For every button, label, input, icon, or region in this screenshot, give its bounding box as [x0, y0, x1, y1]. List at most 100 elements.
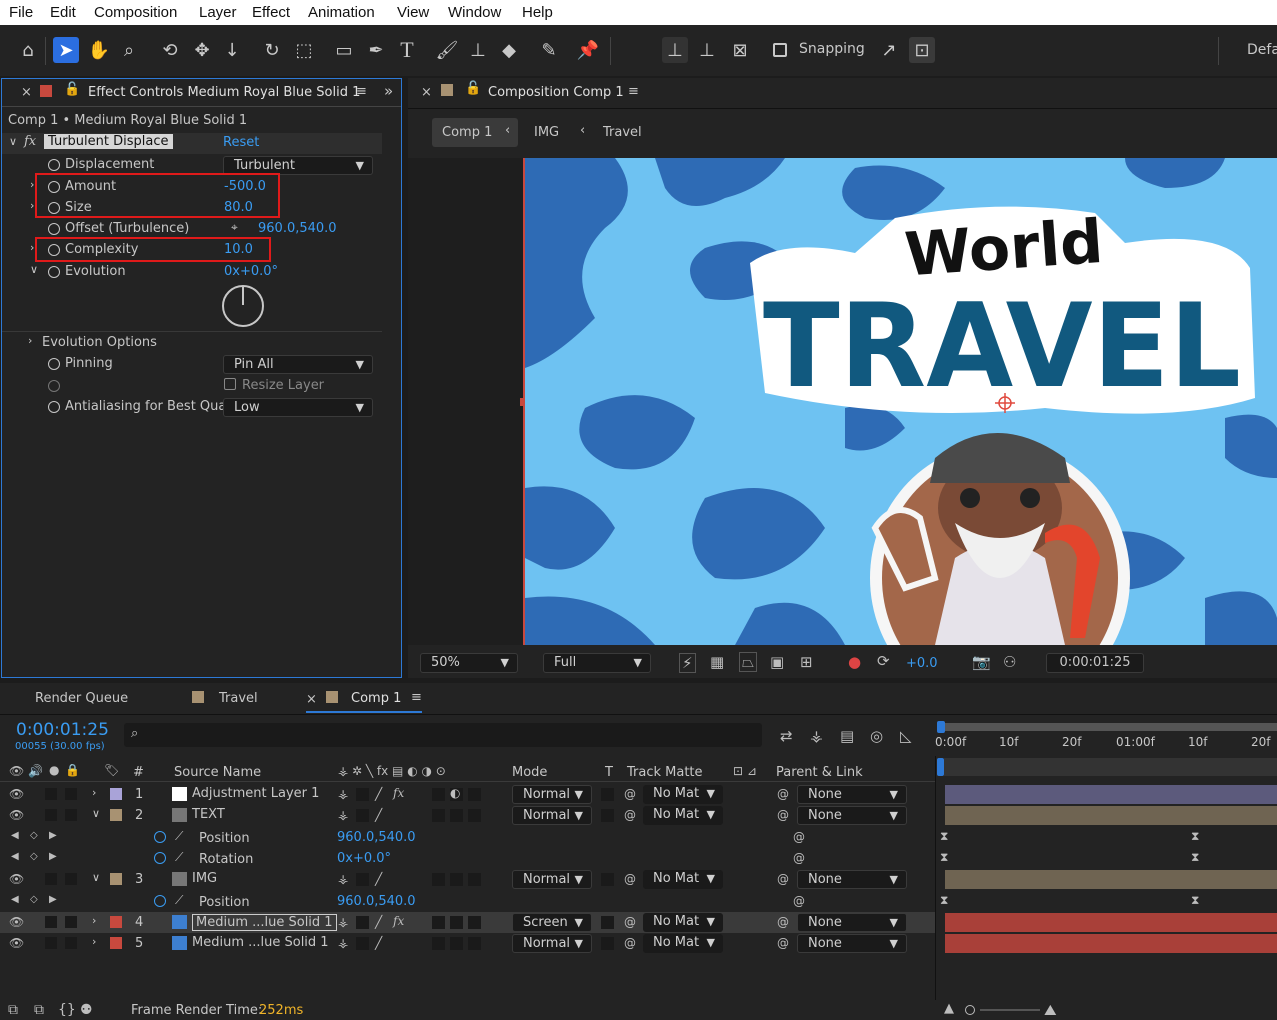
expression-pickwhip-icon[interactable]: @ [793, 830, 805, 844]
offset-value[interactable]: 960.0,540.0 [258, 221, 337, 236]
solo-switch[interactable] [45, 809, 57, 821]
adjustment-switch[interactable] [450, 916, 463, 929]
layer-duration-bar[interactable] [945, 934, 1277, 953]
toggle-transfer-icon[interactable]: ⧉ [34, 1002, 44, 1018]
next-keyframe-icon[interactable]: ▶ [49, 851, 57, 862]
anchor-tool-icon[interactable]: ⬚ [291, 37, 317, 63]
quality-switch-icon[interactable]: ╱ [375, 787, 382, 801]
3d-switch[interactable] [468, 873, 481, 886]
track-matte-dropdown[interactable]: No Mat ▼ [643, 806, 723, 825]
preserve-transparency-switch[interactable] [601, 788, 614, 801]
exposure-value[interactable]: +0.0 [906, 656, 938, 671]
zoom-slider-track[interactable] [980, 1009, 1040, 1011]
graph-editor-icon[interactable]: ◺ [900, 727, 912, 745]
lock-switch[interactable] [65, 809, 77, 821]
prev-keyframe-icon[interactable]: ◀ [11, 894, 19, 905]
stopwatch-icon[interactable] [48, 358, 60, 370]
snap-features-icon[interactable]: ⊡ [909, 37, 935, 63]
chevron-right-icon[interactable]: › [30, 178, 34, 191]
parent-dropdown[interactable]: None ▼ [797, 934, 907, 953]
world-axis-icon[interactable]: ⊥ [694, 37, 720, 63]
pinning-dropdown[interactable]: Pin All ▼ [223, 355, 373, 374]
keyframe-icon[interactable]: ⧗ [1191, 850, 1199, 865]
chevron-down-icon[interactable]: ∨ [30, 263, 38, 276]
shy-layers-icon[interactable]: ▤ [840, 727, 854, 745]
channels-icon[interactable]: ● [848, 653, 861, 671]
puppet-pin-icon[interactable]: 📌 [575, 37, 601, 63]
rectangle-tool-icon[interactable]: ▭ [331, 37, 357, 63]
solo-switch[interactable] [45, 916, 57, 928]
motion-blur-icon[interactable]: ◎ [870, 727, 883, 745]
layer-row[interactable]: 👁 ∨ 2 TEXT ⚶ ╱ Normal ▼ @ No Mat ▼ @ None ▼ [0, 805, 935, 826]
parent-pickwhip-icon[interactable]: @ [777, 787, 789, 801]
playhead[interactable] [937, 758, 944, 776]
adjustment-switch[interactable] [450, 873, 463, 886]
keyframe-icon[interactable]: ⧗ [1191, 893, 1199, 908]
parent-dropdown[interactable]: None ▼ [797, 785, 907, 804]
shy-switch-icon[interactable]: ⚶ [338, 936, 348, 950]
fx-icon[interactable]: fx [24, 134, 36, 149]
motion-blur-switch[interactable] [432, 809, 445, 822]
property-row[interactable]: ◀ ◇ ▶ ⟋ Position 960.0,540.0 @ [0, 891, 935, 912]
prev-keyframe-icon[interactable]: ◀ [11, 830, 19, 841]
stopwatch-icon[interactable] [48, 223, 60, 235]
workspace-default[interactable]: Defa [1247, 42, 1277, 58]
resize-layer-checkbox[interactable] [224, 378, 236, 390]
comp-flowchart-icon[interactable]: ⇄ [780, 727, 793, 745]
shy-switch-icon[interactable]: ⚶ [338, 872, 348, 886]
layer-duration-bar[interactable] [945, 913, 1277, 932]
panel-menu-icon[interactable]: ≡ [628, 84, 639, 99]
quality-switch-icon[interactable]: ╱ [375, 915, 382, 929]
matte-pickwhip-icon[interactable]: @ [624, 872, 636, 886]
zoom-tool-icon[interactable]: ⌕ [116, 37, 142, 63]
collapse-switch[interactable] [356, 788, 369, 801]
graph-icon[interactable]: ⟋ [175, 893, 183, 908]
keyframe-icon[interactable]: ⧗ [940, 850, 948, 865]
matte-pickwhip-icon[interactable]: @ [624, 915, 636, 929]
solo-switch[interactable] [45, 873, 57, 885]
3d-switch[interactable] [468, 937, 481, 950]
stopwatch-icon[interactable] [48, 266, 60, 278]
collapse-switch[interactable] [356, 916, 369, 929]
label-color-swatch[interactable] [110, 916, 122, 928]
adjustment-switch[interactable] [450, 937, 463, 950]
hand-tool-icon[interactable]: ✋ [86, 37, 112, 63]
3d-switch[interactable] [468, 809, 481, 822]
resolution-dropdown[interactable]: Full ▼ [543, 653, 651, 673]
chevron-right-icon[interactable]: › [28, 334, 32, 347]
menu-file[interactable]: File [9, 4, 33, 21]
collapse-switch[interactable] [356, 873, 369, 886]
layer-name[interactable]: Medium ...lue Solid 1 [192, 935, 329, 950]
menu-window[interactable]: Window [448, 4, 501, 21]
property-row[interactable]: ◀ ◇ ▶ ⟋ Position 960.0,540.0 @ [0, 827, 935, 848]
magnification-dropdown[interactable]: 50% ▼ [420, 653, 518, 673]
menu-layer[interactable]: Layer [199, 4, 237, 21]
toggle-switches-icon[interactable]: ⧉ [8, 1002, 18, 1018]
lock-switch[interactable] [65, 916, 77, 928]
menu-edit[interactable]: Edit [50, 4, 76, 21]
antialias-dropdown[interactable]: Low ▼ [223, 398, 373, 417]
crumb-comp1[interactable]: Comp 1 ‹ [432, 118, 518, 147]
matte-pickwhip-icon[interactable]: @ [624, 808, 636, 822]
parent-dropdown[interactable]: None ▼ [797, 870, 907, 889]
close-tab-icon[interactable]: × [421, 85, 432, 100]
fx-icon[interactable]: fx [393, 914, 404, 928]
keyframe-icon[interactable]: ⧗ [940, 829, 948, 844]
stopwatch-icon[interactable] [154, 852, 166, 864]
layer-row[interactable]: 👁 ∨ 3 IMG ⚶ ╱ Normal ▼ @ No Mat ▼ @ None ▼ [0, 869, 935, 890]
eye-icon[interactable]: 👁 [9, 872, 24, 886]
parent-pickwhip-icon[interactable]: @ [777, 872, 789, 886]
fast-previews-icon[interactable]: ⚡ [679, 653, 696, 673]
close-tab-icon[interactable]: × [306, 692, 317, 707]
view-axis-icon[interactable]: ⊠ [727, 37, 753, 63]
tab-comp1[interactable]: Comp 1 [351, 691, 401, 706]
layer-row[interactable]: 👁 › 4 Medium ...lue Solid 1 ⚶ ╱ fx Screen ▼ @ No M… [0, 912, 935, 933]
layer-duration-bar[interactable] [945, 870, 1277, 889]
layer-name[interactable]: IMG [192, 871, 217, 886]
keyframe-icon[interactable]: ⧗ [1191, 829, 1199, 844]
blend-mode-dropdown[interactable]: Normal ▼ [512, 934, 592, 953]
expression-pickwhip-icon[interactable]: @ [793, 894, 805, 908]
add-keyframe-icon[interactable]: ◇ [30, 830, 38, 841]
quality-switch-icon[interactable]: ╱ [375, 872, 382, 886]
eraser-tool-icon[interactable]: ◆ [496, 37, 522, 63]
